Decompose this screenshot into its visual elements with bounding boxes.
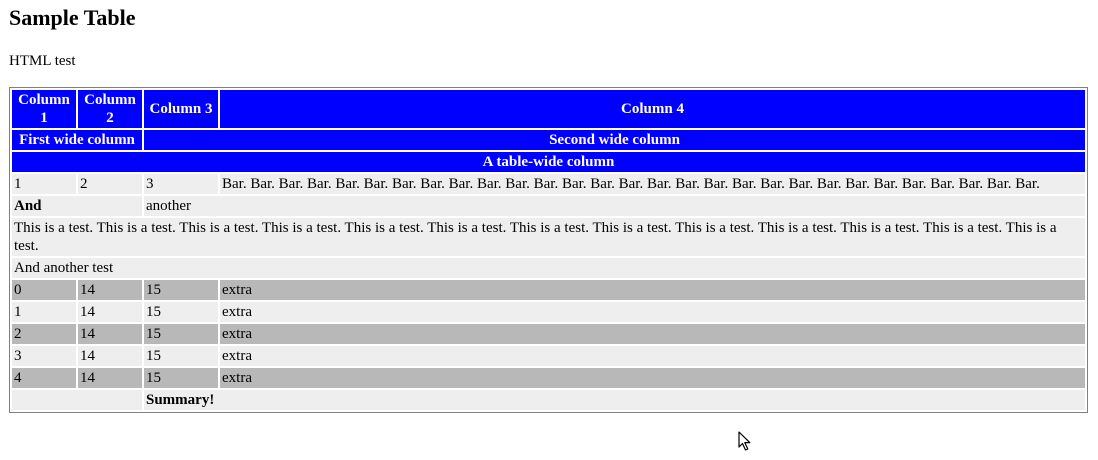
cell: 15 — [144, 324, 218, 344]
header-second-wide-column: Second wide column — [144, 130, 1085, 150]
header-column-4: Column 4 — [220, 90, 1085, 128]
cell: 3 — [144, 174, 218, 194]
header-table-wide-column: A table-wide column — [12, 152, 1085, 172]
cell: extra — [220, 346, 1085, 366]
table-row: 3 14 15 extra — [12, 346, 1085, 366]
cell: 14 — [78, 280, 142, 300]
cell: extra — [220, 368, 1085, 388]
cell: 3 — [12, 346, 76, 366]
cell: 14 — [78, 324, 142, 344]
table-row: 2 14 15 extra — [12, 324, 1085, 344]
mouse-pointer-icon — [738, 431, 751, 451]
cell: 15 — [144, 280, 218, 300]
cell: 4 — [12, 368, 76, 388]
wide-header-row: First wide column Second wide column — [12, 130, 1085, 150]
cell: 1 — [12, 302, 76, 322]
cell-long-text: This is a test. This is a test. This is … — [12, 218, 1085, 256]
page-title: Sample Table — [9, 5, 136, 30]
cell: 14 — [78, 346, 142, 366]
cell-and: And — [12, 196, 142, 216]
cell: 14 — [78, 368, 142, 388]
cell-summary: Summary! — [144, 390, 1085, 410]
cell-another: another — [144, 196, 1085, 216]
table-row: 1 14 15 extra — [12, 302, 1085, 322]
cell: 2 — [12, 324, 76, 344]
cell: 2 — [78, 174, 142, 194]
page-subtitle: HTML test — [9, 53, 76, 69]
table-row: 4 14 15 extra — [12, 368, 1085, 388]
cell: 15 — [144, 302, 218, 322]
table-row: And another test — [12, 258, 1085, 278]
cell: 15 — [144, 346, 218, 366]
table-row: 1 2 3 Bar. Bar. Bar. Bar. Bar. Bar. Bar.… — [12, 174, 1085, 194]
cell: 1 — [12, 174, 76, 194]
cell: extra — [220, 302, 1085, 322]
header-row: Column 1 Column 2 Column 3 Column 4 — [12, 90, 1085, 128]
cell-bar-text: Bar. Bar. Bar. Bar. Bar. Bar. Bar. Bar. … — [220, 174, 1085, 194]
header-first-wide-column: First wide column — [12, 130, 142, 150]
cell: extra — [220, 324, 1085, 344]
cell: extra — [220, 280, 1085, 300]
table-row: 0 14 15 extra — [12, 280, 1085, 300]
table-row: This is a test. This is a test. This is … — [12, 218, 1085, 256]
cell-another-test: And another test — [12, 258, 1085, 278]
header-column-2: Column 2 — [78, 90, 142, 128]
table-row: And another — [12, 196, 1085, 216]
cell: 14 — [78, 302, 142, 322]
table-wide-header-row: A table-wide column — [12, 152, 1085, 172]
sample-table: Column 1 Column 2 Column 3 Column 4 Firs… — [10, 88, 1087, 412]
cell: 15 — [144, 368, 218, 388]
cell: 0 — [12, 280, 76, 300]
header-column-3: Column 3 — [144, 90, 218, 128]
cell-empty — [12, 390, 142, 410]
header-column-1: Column 1 — [12, 90, 76, 128]
summary-row: Summary! — [12, 390, 1085, 410]
sample-table-container: Column 1 Column 2 Column 3 Column 4 Firs… — [9, 87, 1088, 413]
